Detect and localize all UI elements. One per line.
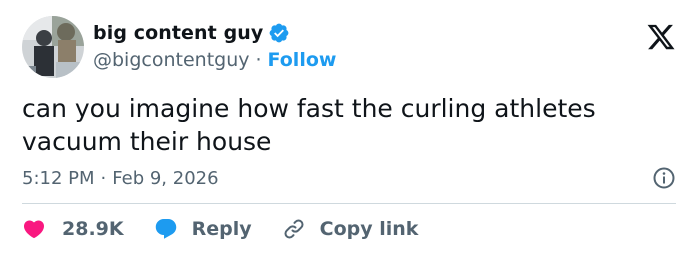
divider [22, 203, 676, 204]
timestamp-separator: · [100, 167, 107, 189]
verified-badge-icon [268, 22, 290, 44]
handle-separator: · [255, 49, 262, 71]
copy-link-label: Copy link [319, 218, 419, 240]
display-name[interactable]: big content guy [93, 22, 263, 44]
tweet-time[interactable]: 5:12 PM [22, 168, 95, 189]
reply-label: Reply [191, 218, 252, 240]
info-icon[interactable] [652, 166, 676, 190]
reply-button[interactable]: Reply [154, 217, 252, 241]
author-handle[interactable]: @bigcontentguy [93, 49, 250, 71]
tweet-text: can you imagine how fast the curling ath… [22, 94, 596, 156]
avatar-photo-icon [22, 16, 84, 78]
follow-button[interactable]: Follow [268, 49, 337, 71]
link-icon [282, 217, 306, 241]
tweet-date[interactable]: Feb 9, 2026 [112, 168, 218, 189]
x-logo-icon[interactable] [646, 22, 676, 52]
author-name-row: big content guy [93, 18, 290, 48]
author-handle-row: @bigcontentguy · Follow [93, 48, 336, 72]
tweet-card: big content guy @bigcontentguy · Follow … [0, 0, 700, 256]
like-button[interactable]: 28.9K [22, 217, 124, 241]
reply-bubble-icon [154, 217, 178, 241]
tweet-actions: 28.9K Reply Copy link [22, 214, 448, 244]
avatar[interactable] [22, 16, 84, 78]
copy-link-button[interactable]: Copy link [282, 217, 419, 241]
like-count: 28.9K [62, 218, 124, 240]
heart-icon [22, 217, 46, 241]
tweet-timestamp: 5:12 PM · Feb 9, 2026 [22, 165, 219, 191]
